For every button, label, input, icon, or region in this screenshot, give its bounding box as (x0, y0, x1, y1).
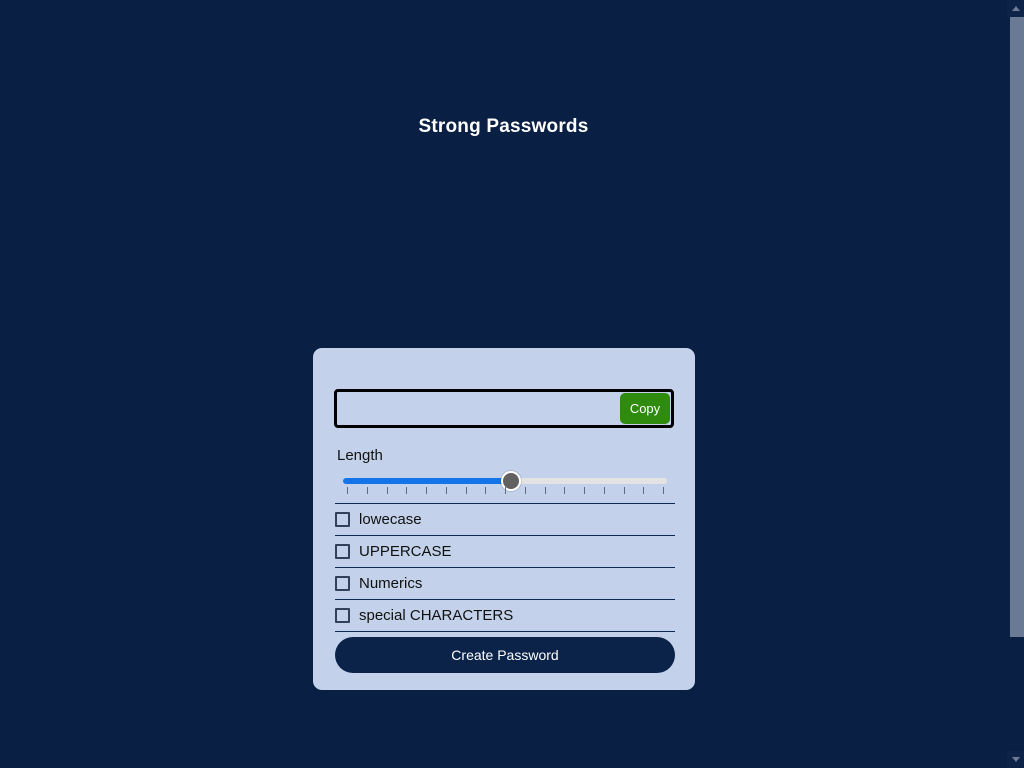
option-row-numerics[interactable]: Numerics (335, 568, 675, 600)
length-label: Length (337, 447, 383, 464)
checkbox-uppercase-icon[interactable] (335, 544, 350, 559)
slider-tick-marks (343, 487, 667, 496)
copy-button[interactable]: Copy (620, 393, 670, 424)
page-title: Strong Passwords (418, 116, 589, 137)
password-generator-card: Copy Length lowecase UPPERCASE Numerics (313, 348, 695, 690)
scrollbar-down-button[interactable] (1007, 751, 1024, 768)
chevron-up-icon (1011, 6, 1020, 11)
checkbox-lowercase-icon[interactable] (335, 512, 350, 527)
chevron-down-icon (1011, 757, 1020, 762)
password-field-row: Copy (334, 389, 674, 428)
page-viewport: Strong Passwords Copy Length lowecase UP… (0, 0, 1007, 768)
create-password-button[interactable]: Create Password (335, 637, 675, 673)
option-label-numerics: Numerics (359, 575, 423, 592)
checkbox-special-characters-icon[interactable] (335, 608, 350, 623)
option-row-lowercase[interactable]: lowecase (335, 503, 675, 536)
password-input[interactable] (337, 392, 622, 425)
vertical-scrollbar[interactable] (1007, 0, 1024, 768)
option-row-special-characters[interactable]: special CHARACTERS (335, 600, 675, 632)
option-label-uppercase: UPPERCASE (359, 543, 452, 560)
checkbox-numerics-icon[interactable] (335, 576, 350, 591)
scrollbar-thumb[interactable] (1010, 17, 1024, 637)
option-row-uppercase[interactable]: UPPERCASE (335, 536, 675, 568)
length-slider[interactable] (335, 470, 675, 496)
character-options-list: lowecase UPPERCASE Numerics special CHAR… (335, 503, 675, 632)
slider-fill (343, 478, 512, 484)
option-label-special-characters: special CHARACTERS (359, 607, 514, 624)
option-label-lowercase: lowecase (359, 511, 422, 528)
scrollbar-up-button[interactable] (1007, 0, 1024, 17)
